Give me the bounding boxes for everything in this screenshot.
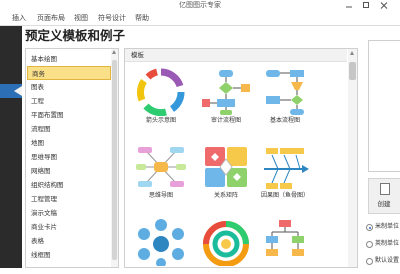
basic-flowchart-icon[interactable] [260,68,310,116]
app-title: 亿图图示专家 [179,1,221,9]
category-floor-plan[interactable]: 平面布置图 [27,108,111,122]
fishbone-diagram-icon[interactable] [260,143,310,191]
arrow-cycle-diagram-icon[interactable] [136,68,186,116]
template-header-label: 模板 [131,51,144,59]
audit-flowchart-icon[interactable] [201,68,251,116]
unit-label: 默认设置 [375,257,400,264]
category-map[interactable]: 地图 [27,136,111,150]
circle-network-icon[interactable] [136,218,186,266]
tab-view[interactable]: 视图 [74,11,88,25]
category-mind-map[interactable]: 思维导图 [27,150,111,164]
category-charts[interactable]: 图表 [27,80,111,94]
file-menu-strip [0,26,22,268]
maximize-icon[interactable] [361,1,371,10]
category-engineering[interactable]: 工程 [27,94,111,108]
close-icon[interactable] [379,1,389,10]
page-title: 预定义模板和例子 [25,28,126,43]
tab-insert[interactable]: 插入 [12,11,26,25]
new-document-icon [380,183,390,195]
unit-radio-default[interactable] [366,258,373,265]
template-label: 因果图（鱼骨图） [260,192,309,199]
create-button-label: 创建 [377,200,391,208]
relation-matrix-icon[interactable] [201,143,251,191]
template-label: 箭头示意图 [145,117,176,124]
tab-symbol-design[interactable]: 符号设计 [98,11,126,25]
tab-help[interactable]: 帮助 [135,11,149,25]
template-preview [368,40,400,172]
ring-diagram-icon[interactable] [201,218,251,266]
template-panel-header [125,49,347,62]
template-label: 基本流程图 [269,117,300,124]
category-business-card[interactable]: 商业卡片 [27,220,111,234]
category-scroll-thumb[interactable] [112,60,117,260]
category-wireframe[interactable]: 线框图 [27,248,111,262]
category-org-chart[interactable]: 组织结构图 [27,178,111,192]
unit-radio-metric[interactable] [366,224,373,231]
template-label: 思维导图 [148,192,173,199]
category-network[interactable]: 网络图 [27,164,111,178]
template-label [126,264,196,274]
unit-label: 米制单位 [375,223,400,230]
mind-map-icon[interactable] [136,143,186,191]
category-business[interactable]: 商务 [27,66,111,80]
minimize-icon[interactable] [344,1,354,10]
category-table[interactable]: 表格 [27,234,111,248]
tree-flowchart-icon[interactable] [260,218,310,266]
category-flowchart[interactable]: 流程图 [27,122,111,136]
scroll-up-icon[interactable] [350,51,354,55]
unit-label: 英制单位 [375,240,400,247]
tab-page-layout[interactable]: 页面布局 [37,11,65,25]
active-pointer-icon [14,86,22,96]
unit-radio-imperial[interactable] [366,241,373,248]
category-basic-drawing[interactable]: 基本绘图 [27,52,111,66]
template-scrollbar[interactable] [348,49,357,267]
template-label [250,264,320,274]
template-scroll-thumb[interactable] [349,62,356,80]
scroll-up-icon[interactable] [112,50,116,54]
category-project-management[interactable]: 工程管理 [27,192,111,206]
category-presentation[interactable]: 演示文稿 [27,206,111,220]
